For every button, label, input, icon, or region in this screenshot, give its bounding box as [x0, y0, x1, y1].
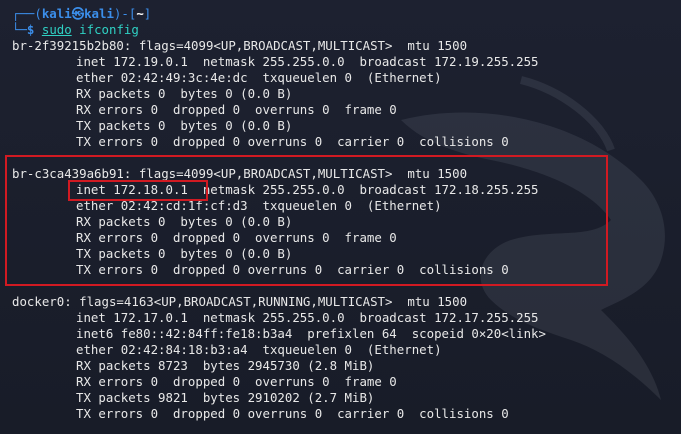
- prompt-dir: ~: [136, 6, 144, 21]
- prompt-dollar: $: [26, 22, 35, 37]
- prompt-line: ┌──(kali㉿kali)-[~]: [12, 6, 151, 22]
- highlight-inet-box: [68, 180, 208, 201]
- prompt-user: kali: [41, 6, 72, 21]
- iface-line: TX errors 0 dropped 0 overruns 0 carrier…: [76, 134, 509, 149]
- iface-line: TX errors 0 dropped 0 overruns 0 carrier…: [76, 406, 509, 421]
- terminal-window[interactable]: ┌──(kali㉿kali)-[~] └─$ sudo ifconfig br-…: [0, 0, 681, 434]
- iface-line: TX packets 9821 bytes 2910202 (2.7 MiB): [76, 390, 375, 405]
- prompt-at-symbol: ㉿: [71, 6, 85, 21]
- command-line[interactable]: └─$ sudo ifconfig: [12, 22, 139, 38]
- prompt-box-bottom: └─: [12, 22, 27, 37]
- command-args: ifconfig: [79, 22, 139, 37]
- iface-line: ether 02:42:49:3c:4e:dc txqueuelen 0 (Et…: [76, 70, 442, 85]
- iface-line: ether 02:42:84:18:b3:a4 txqueuelen 0 (Et…: [76, 342, 442, 357]
- iface-line: inet 172.19.0.1 netmask 255.255.0.0 broa…: [76, 54, 539, 69]
- iface-header: br-2f39215b2b80: flags=4099<UP,BROADCAST…: [12, 38, 468, 53]
- highlight-interface-box: [5, 155, 608, 286]
- iface-line: RX packets 8723 bytes 2945730 (2.8 MiB): [76, 358, 375, 373]
- prompt-host: kali: [84, 6, 114, 21]
- iface-line: RX errors 0 dropped 0 overruns 0 frame 0: [76, 374, 397, 389]
- prompt-box-mid: )-[: [113, 6, 137, 21]
- command-name: sudo: [41, 22, 72, 37]
- iface-line: inet6 fe80::42:84ff:fe18:b3a4 prefixlen …: [76, 326, 546, 341]
- iface-line: TX packets 0 bytes 0 (0.0 B): [76, 118, 293, 133]
- iface-line: RX packets 0 bytes 0 (0.0 B): [76, 86, 293, 101]
- iface-line: inet 172.17.0.1 netmask 255.255.0.0 broa…: [76, 310, 539, 325]
- iface-line: RX errors 0 dropped 0 overruns 0 frame 0: [76, 102, 397, 117]
- prompt-box-top: ┌──(: [12, 6, 42, 21]
- iface-header: docker0: flags=4163<UP,BROADCAST,RUNNING…: [12, 294, 468, 309]
- prompt-box-end: ]: [143, 6, 152, 21]
